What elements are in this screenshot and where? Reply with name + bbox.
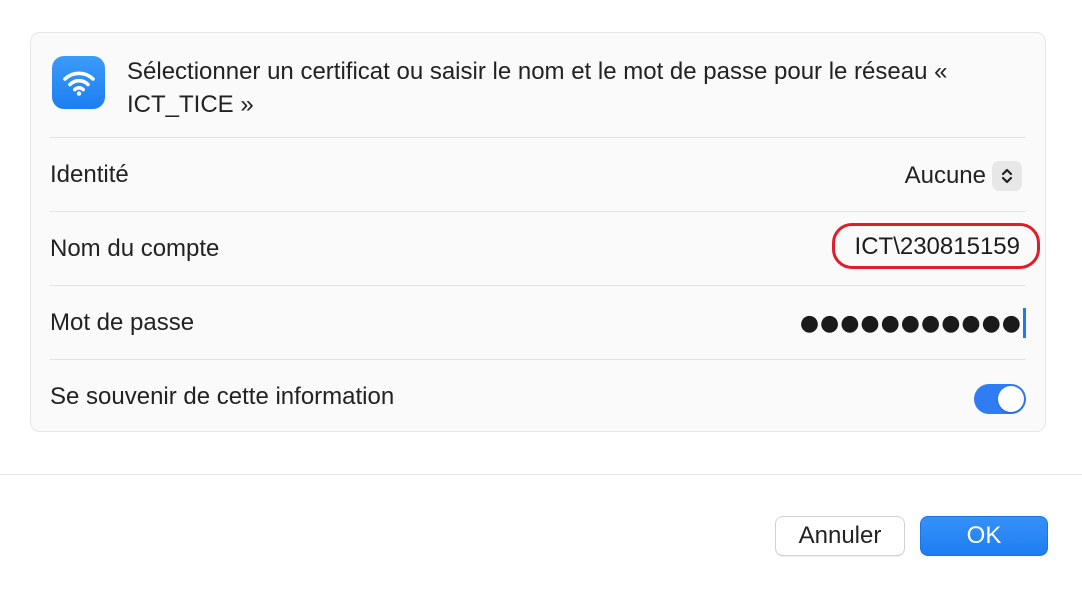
dialog-message: Sélectionner un certificat ou saisir le …: [127, 58, 948, 118]
chevron-up-down-icon: [992, 161, 1022, 191]
text-caret: [1023, 308, 1026, 338]
password-label: Mot de passe: [50, 309, 195, 336]
password-field[interactable]: ●●●●●●●●●●●: [800, 306, 1026, 340]
account-name-input[interactable]: [826, 231, 1026, 263]
identity-label: Identité: [50, 161, 129, 188]
account-row: Nom du compte: [50, 211, 1040, 286]
remember-row: Se souvenir de cette information: [50, 359, 1026, 434]
password-row: Mot de passe ●●●●●●●●●●●: [50, 285, 1026, 360]
remember-toggle[interactable]: [974, 384, 1026, 414]
wifi-icon: [52, 56, 105, 109]
footer-divider: [0, 474, 1082, 475]
ok-button[interactable]: OK: [920, 516, 1048, 556]
dialog-header: Sélectionner un certificat ou saisir le …: [31, 33, 1045, 137]
credentials-panel: Sélectionner un certificat ou saisir le …: [30, 32, 1046, 432]
identity-popup[interactable]: Aucune: [905, 160, 1022, 192]
remember-label: Se souvenir de cette information: [50, 383, 395, 410]
password-masked-value: ●●●●●●●●●●●: [799, 310, 1022, 336]
toggle-knob: [998, 386, 1024, 412]
wifi-auth-dialog: Sélectionner un certificat ou saisir le …: [0, 0, 1082, 592]
identity-row: Identité Aucune: [50, 137, 1026, 212]
identity-value: Aucune: [904, 162, 986, 189]
wifi-glyph: [62, 71, 95, 96]
cancel-button[interactable]: Annuler: [775, 516, 905, 556]
account-label: Nom du compte: [50, 235, 220, 262]
